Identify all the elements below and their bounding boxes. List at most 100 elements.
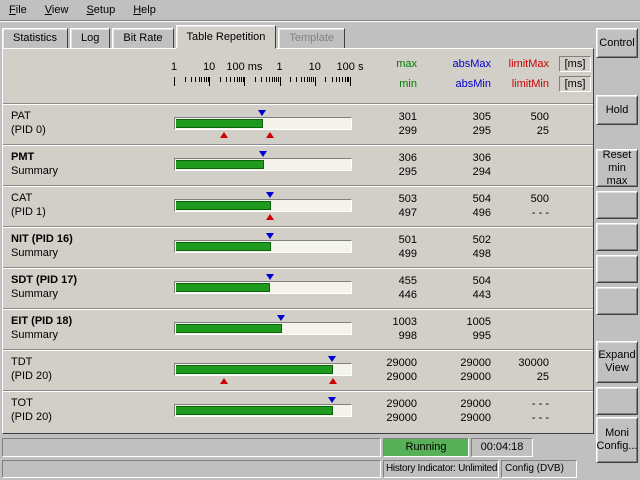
limit-marker-icon bbox=[266, 132, 274, 138]
table-row-tdt: TDT(PID 20)290002900029000290003000025 bbox=[3, 349, 593, 390]
repetition-bar bbox=[176, 201, 271, 210]
repetition-bar-track bbox=[174, 117, 352, 130]
max-value: 503 bbox=[359, 192, 417, 206]
table-row-tot: TOT(PID 20)29000290002900029000- - -- - … bbox=[3, 390, 593, 431]
max-value: 306 bbox=[359, 151, 417, 165]
softkey-expand-view[interactable]: Expand View bbox=[596, 341, 638, 383]
row-name: CAT bbox=[11, 191, 46, 205]
limit-marker-icon bbox=[220, 132, 228, 138]
absmin-value: 496 bbox=[427, 206, 491, 220]
repetition-bar-track bbox=[174, 404, 352, 417]
max-value: 29000 bbox=[359, 356, 417, 370]
repetition-bar-track bbox=[174, 281, 352, 294]
absmax-value: 1005 bbox=[427, 315, 491, 329]
softkey-column: Control Hold Reset min max Expand View Moni … bbox=[596, 0, 638, 480]
row-name: TOT bbox=[11, 396, 52, 410]
limitmax-value: 500 bbox=[497, 192, 549, 206]
repetition-bar bbox=[176, 324, 282, 333]
run-status-badge: Running bbox=[383, 438, 469, 457]
limitmax-value: 30000 bbox=[497, 356, 549, 370]
repetition-bar bbox=[176, 365, 333, 374]
row-sublabel: (PID 0) bbox=[11, 123, 46, 137]
absmax-marker-icon bbox=[277, 315, 285, 321]
menu-item-setup[interactable]: Setup bbox=[77, 1, 124, 19]
row-sublabel: (PID 1) bbox=[11, 205, 46, 219]
scale-label: 10 bbox=[203, 61, 215, 73]
table-row-eit-pid-18: EIT (PID 18)Summary10039981005995 bbox=[3, 308, 593, 349]
status-bar-2: History Indicator: Unlimited Config (DVB… bbox=[0, 460, 596, 480]
absmax-marker-icon bbox=[328, 397, 336, 403]
repetition-bar-track bbox=[174, 199, 352, 212]
row-name: SDT (PID 17) bbox=[11, 273, 77, 287]
absmax-marker-icon bbox=[259, 151, 267, 157]
max-value: 29000 bbox=[359, 397, 417, 411]
softkey-moni-config[interactable]: Moni Config... bbox=[596, 417, 638, 463]
absmin-value: 995 bbox=[427, 329, 491, 343]
min-value: 998 bbox=[359, 329, 417, 343]
history-indicator: History Indicator: Unlimited bbox=[383, 460, 499, 478]
absmin-value: 443 bbox=[427, 288, 491, 302]
col-header-max: max bbox=[359, 58, 417, 70]
col-header-absmin: absMin bbox=[427, 78, 491, 90]
absmin-value: 498 bbox=[427, 247, 491, 261]
table-row-nit-pid-16: NIT (PID 16)Summary501499502498 bbox=[3, 226, 593, 267]
row-name: PAT bbox=[11, 109, 46, 123]
softkey-blank[interactable] bbox=[596, 387, 638, 415]
row-sublabel: Summary bbox=[11, 246, 73, 260]
limitmin-value: 25 bbox=[497, 370, 549, 384]
tab-statistics[interactable]: Statistics bbox=[2, 28, 68, 48]
col-header-limitmin: limitMin bbox=[497, 78, 549, 90]
softkey-hold[interactable]: Hold bbox=[596, 95, 638, 125]
tab-template: Template bbox=[278, 28, 345, 48]
absmax-marker-icon bbox=[258, 110, 266, 116]
tab-log[interactable]: Log bbox=[70, 28, 110, 48]
tab-bit-rate[interactable]: Bit Rate bbox=[112, 28, 173, 48]
min-value: 497 bbox=[359, 206, 417, 220]
repetition-bar-track bbox=[174, 322, 352, 335]
repetition-bar bbox=[176, 406, 333, 415]
row-name: NIT (PID 16) bbox=[11, 232, 73, 246]
row-name: TDT bbox=[11, 355, 52, 369]
row-sublabel: Summary bbox=[11, 287, 77, 301]
menu-item-help[interactable]: Help bbox=[124, 1, 165, 19]
menu-item-view[interactable]: View bbox=[36, 1, 78, 19]
absmax-value: 502 bbox=[427, 233, 491, 247]
repetition-bar bbox=[176, 242, 271, 251]
max-value: 301 bbox=[359, 110, 417, 124]
softkey-reset-min-max[interactable]: Reset min max bbox=[596, 149, 638, 187]
softkey-blank[interactable] bbox=[596, 223, 638, 251]
menu-item-file[interactable]: File bbox=[0, 1, 36, 19]
repetition-bar-track bbox=[174, 240, 352, 253]
app-window: FileViewSetupHelp StatisticsLogBit RateT… bbox=[0, 0, 640, 480]
row-sublabel: (PID 20) bbox=[11, 369, 52, 383]
tab-table-repetition[interactable]: Table Repetition bbox=[176, 25, 277, 49]
limitmin-value: - - - bbox=[497, 206, 549, 220]
absmax-value: 305 bbox=[427, 110, 491, 124]
softkey-blank[interactable] bbox=[596, 191, 638, 219]
col-header-limitmax: limitMax bbox=[497, 58, 549, 70]
softkey-control[interactable]: Control bbox=[596, 28, 638, 58]
min-value: 295 bbox=[359, 165, 417, 179]
limitmin-value: 25 bbox=[497, 124, 549, 138]
absmin-value: 29000 bbox=[427, 411, 491, 425]
row-sublabel: Summary bbox=[11, 328, 72, 342]
scale-label: 1 bbox=[277, 61, 283, 73]
col-header-absmax: absMax bbox=[427, 58, 491, 70]
row-name: EIT (PID 18) bbox=[11, 314, 72, 328]
tab-bar: StatisticsLogBit RateTable RepetitionTem… bbox=[2, 24, 347, 48]
absmin-value: 295 bbox=[427, 124, 491, 138]
absmax-value: 504 bbox=[427, 192, 491, 206]
absmin-value: 29000 bbox=[427, 370, 491, 384]
absmin-value: 294 bbox=[427, 165, 491, 179]
table-row-pat: PAT(PID 0)30129930529550025 bbox=[3, 103, 593, 144]
softkey-blank[interactable] bbox=[596, 287, 638, 315]
softkey-blank[interactable] bbox=[596, 255, 638, 283]
min-value: 446 bbox=[359, 288, 417, 302]
scale-label: 1 bbox=[171, 61, 177, 73]
row-sublabel: (PID 20) bbox=[11, 410, 52, 424]
unit-ms-top: [ms] bbox=[559, 56, 591, 72]
status-bar: Running 00:04:18 bbox=[0, 437, 596, 458]
repetition-bar bbox=[176, 283, 270, 292]
unit-ms-bottom: [ms] bbox=[559, 76, 591, 92]
scale-ruler bbox=[174, 77, 352, 89]
